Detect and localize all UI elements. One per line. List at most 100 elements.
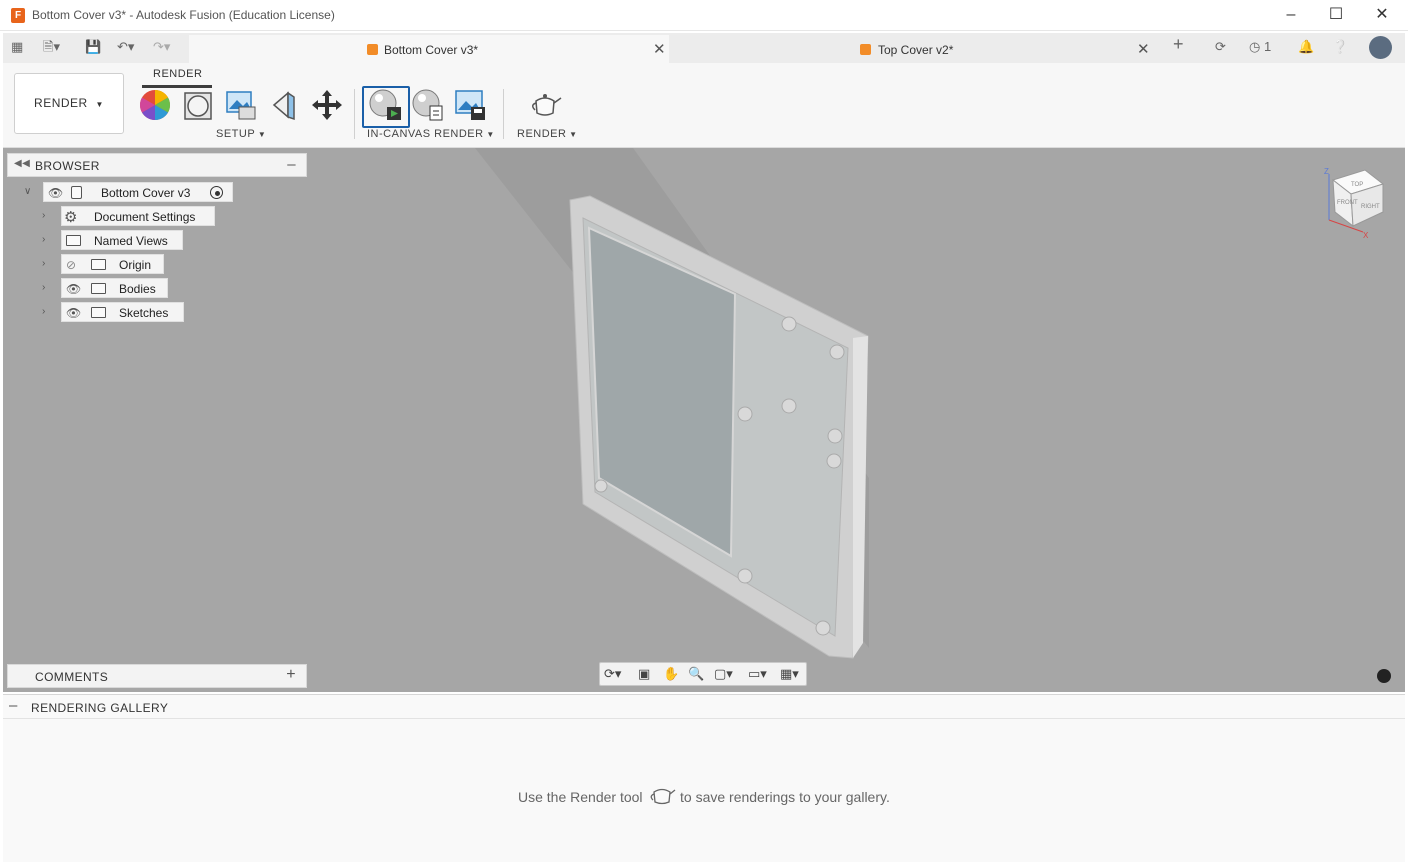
in-canvas-render-settings-icon[interactable]: [410, 87, 446, 123]
workspace-switcher-button[interactable]: RENDER ▼: [14, 73, 124, 134]
design-cube-icon: [367, 44, 378, 55]
physical-material-icon[interactable]: [180, 87, 216, 123]
tree-node[interactable]: 👁 Bodies: [61, 278, 168, 298]
eye-icon[interactable]: 👁: [66, 282, 81, 296]
design-cube-icon: [860, 44, 871, 55]
pan-hand-icon[interactable]: ✋: [663, 666, 679, 682]
user-avatar[interactable]: [1369, 36, 1392, 59]
tree-item-named-views[interactable]: › Named Views: [7, 230, 247, 250]
title-bar: F Bottom Cover v3* - Autodesk Fusion (Ed…: [0, 0, 1408, 31]
notifications-bell-icon[interactable]: 🔔: [1298, 39, 1314, 55]
activate-dot: [215, 191, 220, 196]
tree-item-label: Sketches: [119, 306, 169, 320]
tree-item-sketches[interactable]: › 👁 Sketches: [7, 302, 247, 322]
render-group-label[interactable]: RENDER ▼: [517, 128, 578, 140]
setup-group-label[interactable]: SETUP ▼: [216, 128, 266, 140]
chevron-right-icon[interactable]: ›: [42, 210, 45, 221]
close-tab-icon[interactable]: ✕: [1137, 40, 1150, 58]
orbit-icon[interactable]: ⟳▾: [604, 666, 621, 682]
fit-window-icon[interactable]: ▢▾: [714, 666, 733, 682]
save-icon[interactable]: 💾: [85, 39, 101, 55]
comments-header[interactable]: COMMENTS +: [7, 664, 307, 688]
ribbon-tab-render[interactable]: RENDER: [153, 68, 202, 80]
file-menu-icon[interactable]: 🗎▾: [43, 39, 60, 55]
component-icon: [71, 186, 82, 199]
look-at-icon[interactable]: ▣: [638, 666, 650, 682]
canvas-settings-icon[interactable]: [1377, 669, 1391, 683]
chevron-right-icon[interactable]: ›: [42, 282, 45, 293]
tree-item-label: Bodies: [119, 282, 156, 296]
gallery-hint-after: to save renderings to your gallery.: [680, 789, 890, 805]
eye-hidden-icon[interactable]: ⊘: [66, 258, 76, 272]
in-canvas-render-icon[interactable]: [367, 87, 403, 123]
appearance-icon[interactable]: [137, 87, 173, 123]
tree-node-root[interactable]: 👁 Bottom Cover v3: [43, 182, 233, 202]
undo-icon[interactable]: ↶▾: [117, 39, 134, 55]
chevron-right-icon[interactable]: ›: [42, 306, 45, 317]
tree-node[interactable]: ⚙ Document Settings: [61, 206, 215, 226]
texture-map-controls-icon[interactable]: [266, 87, 302, 123]
browser-title: BROWSER: [35, 159, 100, 173]
browser-header[interactable]: ◀◀ BROWSER –: [7, 153, 307, 177]
display-settings-icon[interactable]: ▭▾: [748, 666, 767, 682]
tab-bottom-cover[interactable]: Bottom Cover v3* ✕: [189, 35, 669, 63]
document-tab-bar: ▦ 🗎▾ 💾 ↶▾ ↷▾ Bottom Cover v3* ✕ Top Cove…: [3, 33, 1405, 63]
tree-item-bodies[interactable]: › 👁 Bodies: [7, 278, 247, 298]
tab-label: Top Cover v2*: [878, 43, 954, 57]
minimize-icon[interactable]: –: [1271, 4, 1311, 26]
maximize-icon[interactable]: ☐: [1316, 4, 1356, 26]
minimize-panel-icon[interactable]: –: [287, 156, 296, 173]
render-teapot-icon: [650, 788, 676, 805]
job-count[interactable]: 1: [1264, 39, 1271, 55]
view-cube[interactable]: TOP FRONT RIGHT Z X: [1324, 167, 1385, 240]
tree-root-label: Bottom Cover v3: [101, 186, 191, 200]
gallery-header[interactable]: – RENDERING GALLERY: [3, 695, 1405, 719]
close-tab-icon[interactable]: ✕: [653, 40, 666, 58]
comments-panel: COMMENTS +: [7, 664, 307, 688]
gear-icon: ⚙: [64, 209, 78, 226]
tab-top-cover[interactable]: Top Cover v2* ✕: [671, 35, 1157, 63]
move-icon[interactable]: [309, 87, 345, 123]
toolbar-separator: [354, 89, 355, 139]
new-tab-plus-icon[interactable]: +: [1173, 35, 1184, 53]
folder-icon: [91, 283, 106, 294]
tree-item-label: Origin: [119, 258, 152, 272]
eye-icon[interactable]: 👁: [48, 186, 63, 200]
browser-panel: ◀◀ BROWSER – ∨ 👁 Bottom Cover v3 › ⚙ Doc…: [7, 153, 307, 322]
tree-root-row[interactable]: ∨ 👁 Bottom Cover v3: [7, 182, 247, 202]
chevron-right-icon[interactable]: ›: [42, 258, 45, 269]
chevron-down-icon[interactable]: ∨: [24, 186, 31, 197]
in-canvas-render-group-label[interactable]: IN-CANVAS RENDER ▼: [367, 128, 495, 140]
tree-node[interactable]: ⊘ Origin: [61, 254, 164, 274]
comments-title: COMMENTS: [35, 670, 109, 684]
ribbon-toolbar: RENDER ▼ RENDER SETUP ▼ IN-CANVAS RENDER…: [3, 63, 1405, 148]
tree-node[interactable]: 👁 Sketches: [61, 302, 184, 322]
capture-image-icon[interactable]: [453, 87, 489, 123]
data-panel-grid-icon[interactable]: ▦: [11, 39, 23, 55]
tree-item-document-settings[interactable]: › ⚙ Document Settings: [7, 206, 247, 226]
redo-icon[interactable]: ↷▾: [153, 39, 170, 55]
job-status-icon[interactable]: ◷: [1249, 39, 1260, 55]
gallery-hint-before: Use the Render tool: [518, 789, 643, 805]
help-icon[interactable]: ❔: [1332, 39, 1348, 55]
extensions-icon[interactable]: ⟳: [1215, 39, 1226, 55]
tree-item-label: Document Settings: [94, 210, 196, 224]
tree-item-origin[interactable]: › ⊘ Origin: [7, 254, 247, 274]
fusion-app-icon: F: [11, 8, 25, 23]
grid-settings-icon[interactable]: ▦▾: [780, 666, 799, 682]
folder-icon: [91, 307, 106, 318]
scene-settings-icon[interactable]: [223, 87, 259, 123]
collapse-panel-icon[interactable]: ◀◀: [14, 158, 30, 169]
tree-item-label: Named Views: [94, 234, 168, 248]
chevron-right-icon[interactable]: ›: [42, 234, 45, 245]
render-teapot-icon[interactable]: [527, 87, 563, 123]
add-comment-plus-icon[interactable]: +: [286, 666, 296, 684]
collapse-gallery-icon[interactable]: –: [9, 697, 17, 714]
svg-text:Z: Z: [1324, 167, 1329, 176]
close-window-icon[interactable]: ✕: [1362, 4, 1402, 26]
toolbar-separator: [503, 89, 504, 139]
window-title: Bottom Cover v3* - Autodesk Fusion (Educ…: [32, 8, 335, 22]
zoom-icon[interactable]: 🔍: [688, 666, 704, 682]
eye-icon[interactable]: 👁: [66, 306, 81, 320]
tree-node[interactable]: Named Views: [61, 230, 183, 250]
